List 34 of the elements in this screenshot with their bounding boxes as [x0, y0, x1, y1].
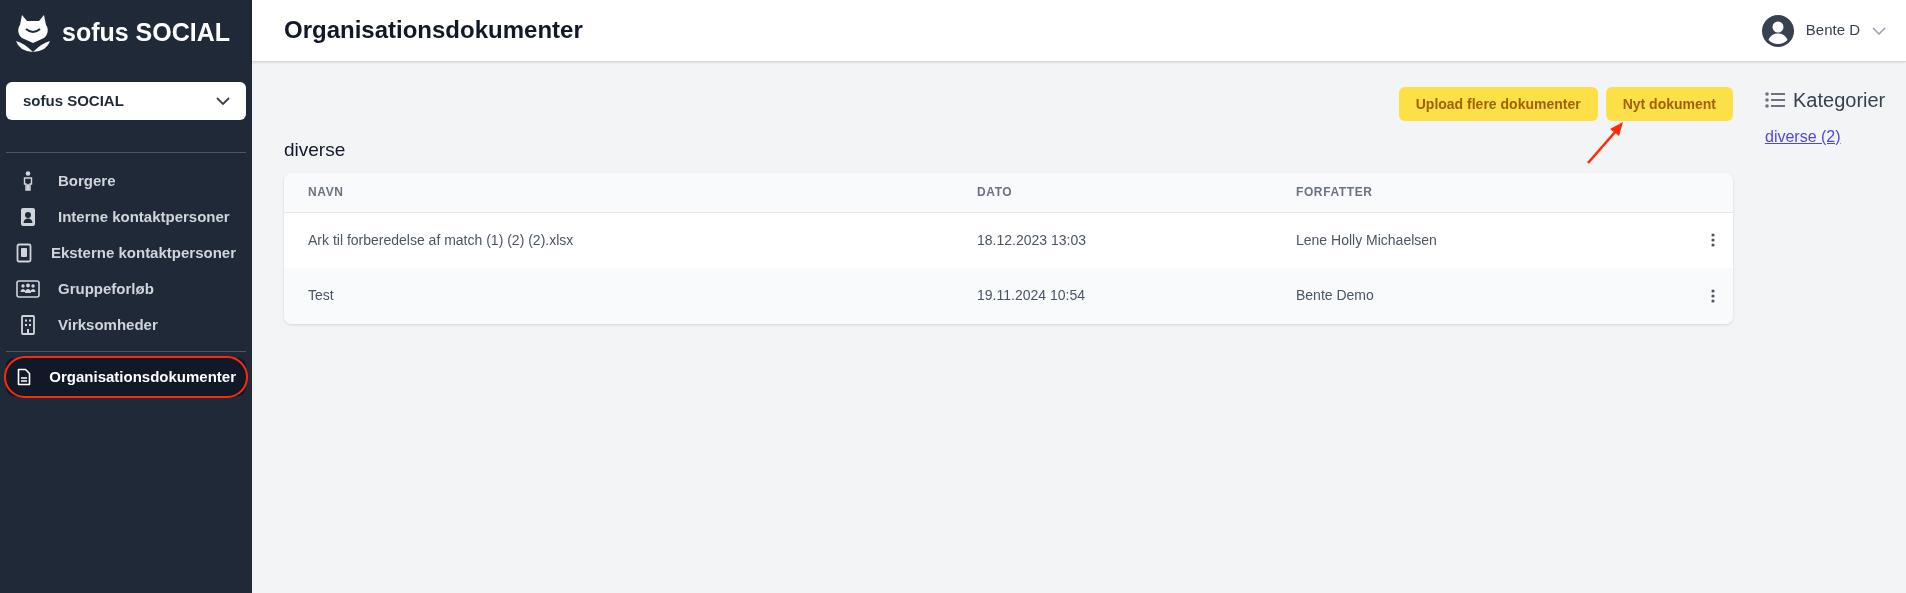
list-icon — [1765, 92, 1785, 108]
chevron-down-icon — [216, 97, 230, 105]
categories-title: Kategorier — [1793, 88, 1886, 113]
sidebar-item[interactable]: Organisationsdokumenter — [6, 358, 246, 396]
person-icon — [22, 171, 34, 191]
sidebar-item[interactable]: Gruppeforløb — [6, 271, 246, 307]
table-cell: Lene Holly Michaelsen — [1296, 231, 1437, 248]
table-cell: Test — [308, 287, 334, 303]
contact-card-icon — [20, 207, 36, 227]
table-cell: Bente Demo — [1296, 287, 1374, 303]
column-header: FORFATTER — [1296, 185, 1373, 199]
sidebar-item[interactable]: Virksomheder — [6, 307, 246, 343]
category-link[interactable]: diverse (2) — [1765, 125, 1841, 149]
sidebar-item[interactable]: Borgere — [6, 163, 246, 199]
building-icon — [21, 315, 35, 335]
column-header: NAVN — [308, 185, 344, 199]
avatar-icon[interactable] — [1761, 14, 1794, 47]
contact-card-icon — [16, 243, 33, 263]
page-title: Organisationsdokumenter — [284, 16, 583, 45]
sidebar-item[interactable]: Interne kontaktpersoner — [6, 199, 246, 235]
document-icon — [16, 368, 31, 386]
table-cell: 18.12.2023 13:03 — [977, 231, 1086, 248]
brand-name: sofus SOCIAL — [62, 16, 231, 48]
column-header: DATO — [977, 185, 1013, 199]
sidebar-item[interactable]: Eksterne kontaktpersoner — [6, 235, 246, 271]
action-button[interactable]: Upload flere dokumenter — [1398, 87, 1598, 121]
table-cell: 19.11.2024 10:54 — [977, 287, 1085, 303]
category-heading: diverse — [284, 138, 347, 162]
group-icon — [16, 280, 40, 298]
more-options-icon[interactable] — [1711, 233, 1715, 247]
organization-select[interactable]: sofus SOCIAL — [6, 82, 246, 120]
user-name[interactable]: Bente D — [1805, 19, 1860, 42]
more-options-icon[interactable] — [1711, 288, 1715, 303]
table-cell: Ark til forberedelse af match (1) (2) (2).xlsx — [308, 231, 574, 248]
